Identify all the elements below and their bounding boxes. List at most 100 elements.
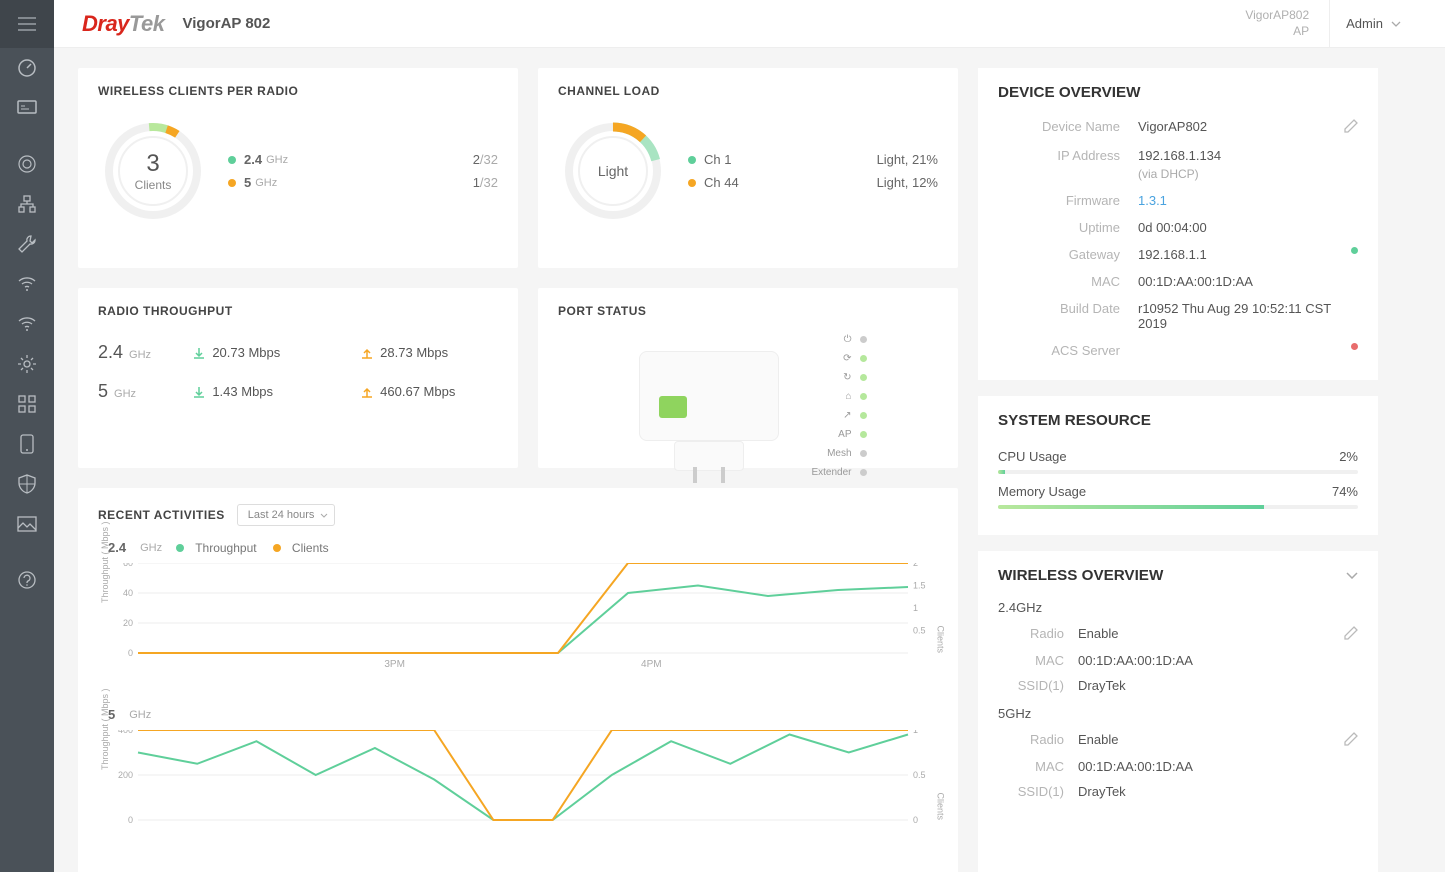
svg-text:0: 0 bbox=[913, 815, 918, 825]
nav-network-icon[interactable] bbox=[0, 184, 54, 224]
recent-activities-card: RECENT ACTIVITIES Last 24 hours 2.4GHz T… bbox=[78, 488, 958, 872]
nav-target-icon[interactable] bbox=[0, 144, 54, 184]
upload-value: 28.73 Mbps bbox=[360, 345, 498, 360]
wireless-row: MAC00:1D:AA:00:1D:AA bbox=[998, 754, 1358, 779]
status-dot-icon bbox=[1351, 247, 1358, 254]
overview-row: Uptime 0d 00:04:00 bbox=[998, 214, 1358, 241]
wireless-row: SSID(1)DrayTek bbox=[998, 673, 1358, 698]
svg-text:20: 20 bbox=[123, 618, 133, 628]
card-title: RECENT ACTIVITIES bbox=[98, 508, 225, 522]
activity-chart-5: 5GHz Throughput ( Mbps ) Clients 0200400… bbox=[98, 707, 938, 850]
led-icon bbox=[860, 336, 867, 343]
overview-row: IP Address 192.168.1.134(via DHCP) bbox=[998, 142, 1358, 187]
svg-text:1: 1 bbox=[913, 603, 918, 613]
nav-dashboard-icon[interactable] bbox=[0, 48, 54, 88]
svg-text:0.5: 0.5 bbox=[913, 626, 926, 636]
download-value: 20.73 Mbps bbox=[192, 345, 330, 360]
model-label: VigorAP 802 bbox=[183, 15, 271, 32]
card-title: DEVICE OVERVIEW bbox=[978, 68, 1378, 113]
svg-text:3PM: 3PM bbox=[384, 659, 405, 670]
svg-text:2: 2 bbox=[913, 563, 918, 568]
led-row: ⟳ bbox=[811, 349, 866, 368]
card-title: SYSTEM RESOURCE bbox=[978, 396, 1378, 439]
wireless-overview-card: WIRELESS OVERVIEW 2.4GHzRadioEnableMAC00… bbox=[978, 551, 1378, 872]
band-row: 2.4GHz 2 /32 bbox=[228, 152, 498, 167]
overview-row: Gateway 192.168.1.1 bbox=[998, 241, 1358, 268]
sidebar bbox=[0, 0, 54, 872]
svg-text:40: 40 bbox=[123, 588, 133, 598]
chevron-down-icon bbox=[1391, 21, 1401, 27]
nav-wifi2-icon[interactable] bbox=[0, 304, 54, 344]
resource-row: Memory Usage74% bbox=[998, 484, 1358, 509]
wireless-row: SSID(1)DrayTek bbox=[998, 779, 1358, 804]
edit-icon[interactable] bbox=[1344, 626, 1358, 643]
channel-load-card: CHANNEL LOAD Light Ch 1Light, 21% Ch 44L… bbox=[538, 68, 958, 268]
card-title: WIRELESS OVERVIEW bbox=[998, 567, 1163, 584]
device-overview-card: DEVICE OVERVIEW Device Name VigorAP802 I… bbox=[978, 68, 1378, 380]
card-title: WIRELESS CLIENTS PER RADIO bbox=[98, 84, 498, 98]
brand-logo: DrayTek bbox=[82, 11, 165, 37]
svg-text:0: 0 bbox=[128, 648, 133, 658]
status-led-panel: ⏻⟳↻⌂↗APMeshExtender bbox=[811, 330, 866, 482]
overview-row: Firmware 1.3.1 bbox=[998, 187, 1358, 214]
lan-port-icon bbox=[659, 396, 687, 418]
dot-icon bbox=[688, 179, 696, 187]
nav-help-icon[interactable] bbox=[0, 560, 54, 600]
wireless-row: RadioEnable bbox=[998, 727, 1358, 754]
led-icon bbox=[860, 412, 867, 419]
led-icon bbox=[860, 469, 867, 476]
svg-text:0: 0 bbox=[128, 815, 133, 825]
dot-icon bbox=[688, 156, 696, 164]
chevron-down-icon[interactable] bbox=[1346, 572, 1358, 579]
led-icon bbox=[860, 450, 867, 457]
led-row: Mesh bbox=[811, 444, 866, 463]
dot-icon bbox=[228, 156, 236, 164]
nav-wifi-icon[interactable] bbox=[0, 264, 54, 304]
led-icon bbox=[860, 355, 867, 362]
nav-image-icon[interactable] bbox=[0, 504, 54, 544]
edit-icon[interactable] bbox=[1344, 732, 1358, 749]
device-info: VigorAP802 AP bbox=[1245, 8, 1309, 39]
led-row: ⌂ bbox=[811, 387, 866, 406]
led-icon bbox=[860, 374, 867, 381]
upload-value: 460.67 Mbps bbox=[360, 384, 498, 399]
led-icon bbox=[860, 393, 867, 400]
system-resource-card: SYSTEM RESOURCE CPU Usage2% Memory Usage… bbox=[978, 396, 1378, 535]
menu-toggle-button[interactable] bbox=[0, 0, 54, 48]
status-dot-icon bbox=[1351, 343, 1358, 350]
dot-icon bbox=[228, 179, 236, 187]
resource-row: CPU Usage2% bbox=[998, 449, 1358, 474]
svg-text:1.5: 1.5 bbox=[913, 581, 926, 591]
overview-row: MAC 00:1D:AA:00:1D:AA bbox=[998, 268, 1358, 295]
led-row: ↻ bbox=[811, 368, 866, 387]
wireless-row: MAC00:1D:AA:00:1D:AA bbox=[998, 648, 1358, 673]
chevron-down-icon bbox=[320, 513, 328, 518]
svg-text:4PM: 4PM bbox=[641, 659, 662, 670]
svg-text:1: 1 bbox=[913, 730, 918, 735]
overview-row: Build Date r10952 Thu Aug 29 10:52:11 CS… bbox=[998, 295, 1358, 337]
radio-throughput-card: RADIO THROUGHPUT 2.4GHz 20.73 Mbps 28.73… bbox=[78, 288, 518, 468]
nav-shield-icon[interactable] bbox=[0, 464, 54, 504]
throughput-row: 2.4GHz 20.73 Mbps 28.73 Mbps bbox=[98, 342, 498, 363]
band-row: 5GHz 1 /32 bbox=[228, 175, 498, 190]
card-title: PORT STATUS bbox=[558, 304, 938, 318]
channel-donut-chart: Light bbox=[558, 116, 668, 226]
admin-menu-button[interactable]: Admin bbox=[1329, 0, 1417, 48]
nav-apps-icon[interactable] bbox=[0, 384, 54, 424]
wireless-clients-card: WIRELESS CLIENTS PER RADIO 3Clients 2.4G… bbox=[78, 68, 518, 268]
channel-row: Ch 1Light, 21% bbox=[688, 152, 938, 167]
edit-icon[interactable] bbox=[1344, 119, 1358, 136]
nav-monitor-icon[interactable] bbox=[0, 88, 54, 128]
card-title: RADIO THROUGHPUT bbox=[98, 304, 498, 318]
nav-tools-icon[interactable] bbox=[0, 224, 54, 264]
time-range-select[interactable]: Last 24 hours bbox=[237, 504, 336, 526]
nav-mobile-icon[interactable] bbox=[0, 424, 54, 464]
led-row: Extender bbox=[811, 463, 866, 482]
wireless-row: RadioEnable bbox=[998, 621, 1358, 648]
overview-row: Device Name VigorAP802 bbox=[998, 113, 1358, 142]
nav-settings-icon[interactable] bbox=[0, 344, 54, 384]
download-value: 1.43 Mbps bbox=[192, 384, 330, 399]
port-status-card: PORT STATUS ⏻⟳↻⌂↗APMeshExtender bbox=[538, 288, 958, 468]
svg-text:0.5: 0.5 bbox=[913, 770, 926, 780]
led-row: ⏻ bbox=[811, 330, 866, 349]
